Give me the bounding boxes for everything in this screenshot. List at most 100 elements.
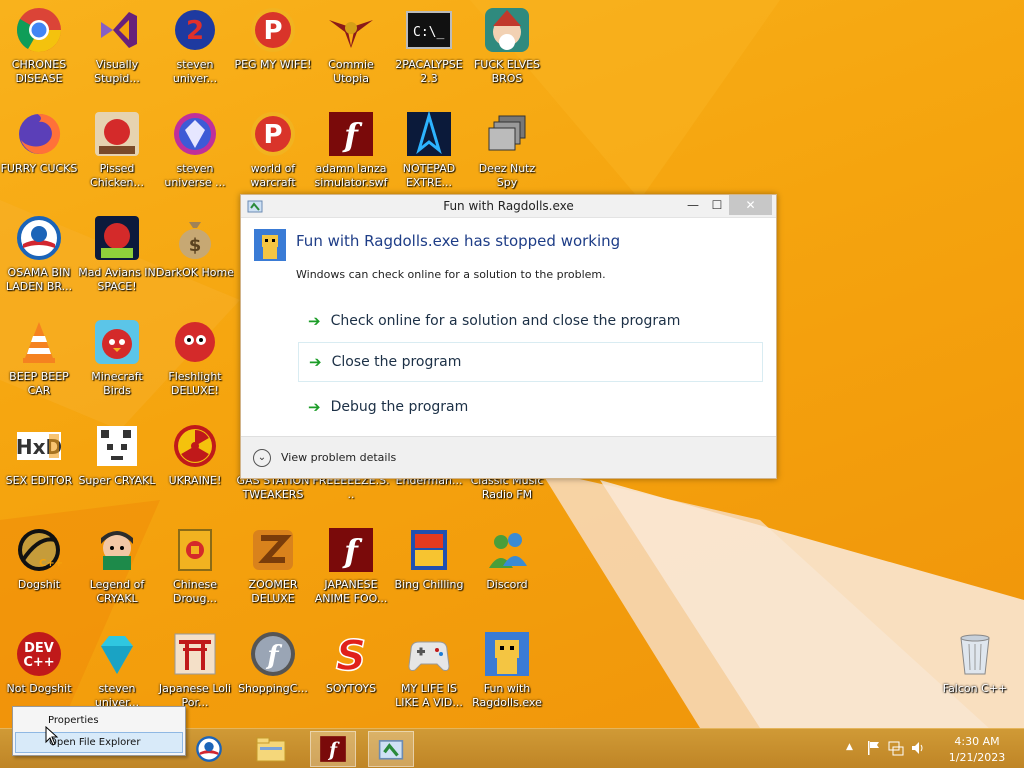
- command-label: Close the program: [331, 354, 462, 370]
- desktop-icon-zoomer-deluxe[interactable]: ZOOMER DELUXE: [234, 520, 312, 620]
- icon-label: DarkOK Home: [156, 266, 234, 279]
- desktop-icon-notepad-extre[interactable]: NOTEPAD EXTRE...: [390, 104, 468, 204]
- flash-icon: f: [320, 736, 346, 762]
- view-problem-details-link[interactable]: View problem details: [281, 451, 396, 464]
- show-hidden-icons-button[interactable]: ▲: [846, 742, 853, 752]
- pixel-cat-icon: [93, 422, 141, 470]
- visual-studio-icon: [93, 6, 141, 54]
- chinese-icon: [171, 526, 219, 574]
- desktop-icon-osama-bin-laden[interactable]: OSAMA BIN LADEN BR...: [0, 208, 78, 308]
- desktop-icon-super-cryakl[interactable]: Super CRYAKL: [78, 416, 156, 516]
- icon-label: Mad Avians IN SPACE!: [78, 266, 156, 293]
- icon-label: Deez Nutz Spy: [478, 162, 536, 189]
- steven-universe-icon: 2: [171, 6, 219, 54]
- recycle-bin-icon: [951, 630, 999, 678]
- icon-label: steven univer...: [172, 58, 218, 85]
- menu-item-open-file-explorer[interactable]: Open File Explorer: [15, 732, 183, 753]
- desktop-icon-world-of-warcraft[interactable]: P world of warcraft: [234, 104, 312, 204]
- taskbar-obama-app[interactable]: [186, 731, 232, 767]
- desktop-icon-my-life-is-like[interactable]: MY LIFE IS LIKE A VID...: [390, 624, 468, 724]
- menu-item-properties[interactable]: Properties: [15, 710, 183, 731]
- desktop-icon-visually-stupid[interactable]: Visually Stupid...: [78, 0, 156, 100]
- angry-birds-icon: [93, 318, 141, 366]
- minimize-button[interactable]: —: [683, 195, 703, 215]
- context-menu: Properties Open File Explorer: [12, 706, 186, 756]
- maximize-button[interactable]: ☐: [707, 195, 727, 215]
- desktop-icon-fleshlight-deluxe[interactable]: Fleshlight DELUXE!: [156, 312, 234, 412]
- desktop-icon-soytoys[interactable]: S SOYTOYS: [312, 624, 390, 724]
- desktop-icon-chrones-disease[interactable]: CHRONES DISEASE: [0, 0, 78, 100]
- dialog-header: Fun with Ragdolls.exe has stopped workin…: [296, 232, 621, 250]
- diamond-icon: [93, 630, 141, 678]
- desktop-icon-chinese-droug[interactable]: Chinese Droug...: [156, 520, 234, 620]
- clock-time: 4:30 AM: [954, 735, 1000, 748]
- debug-program-button[interactable]: ➔ Debug the program: [298, 387, 763, 427]
- angry-birds-seasons-icon: [93, 110, 141, 158]
- command-label: Check online for a solution and close th…: [330, 313, 681, 329]
- desktop-icon-commie-utopia[interactable]: Commie Utopia: [312, 0, 390, 100]
- desktop-icon-peg-my-wife[interactable]: P PEG MY WIFE!: [234, 0, 312, 100]
- torii-icon: [171, 630, 219, 678]
- desktop-icon-sex-editor[interactable]: HxD SEX EDITOR: [0, 416, 78, 516]
- desktop-icon-beep-beep-car[interactable]: BEEP BEEP CAR: [0, 312, 78, 412]
- dogshit-icon: C++: [15, 526, 63, 574]
- desktop-icon-legend-of-cryakl[interactable]: Legend of CRYAKL: [78, 520, 156, 620]
- taskbar-flash-app[interactable]: f: [310, 731, 356, 767]
- devcpp-icon: DEV C++: [15, 630, 63, 678]
- check-online-button[interactable]: ➔ Check online for a solution and close …: [298, 301, 763, 341]
- notepad-icon: [405, 110, 453, 158]
- system-tray: ▲ 4:30 AM 1/21/2023: [834, 729, 1024, 768]
- icon-label: Bing Chilling: [394, 578, 464, 591]
- volume-icon[interactable]: [910, 740, 926, 760]
- desktop-icon-furry-cucks[interactable]: FURRY CUCKS: [0, 104, 78, 204]
- dialog-titlebar[interactable]: Fun with Ragdolls.exe — ☐ ✕: [241, 195, 776, 218]
- desktop-icon-ukraine[interactable]: UKRAINE!: [156, 416, 234, 516]
- desktop-icon-deez-nutz-spy[interactable]: Deez Nutz Spy: [468, 104, 546, 204]
- desktop-icon-japanese-anime-foo[interactable]: f JAPANESE ANIME FOO...: [312, 520, 390, 620]
- desktop-icon-fun-with-ragdolls[interactable]: Fun with Ragdolls.exe: [468, 624, 546, 724]
- desktop-icon-discord[interactable]: Discord: [468, 520, 546, 620]
- desktop-icon-adamn-lanza[interactable]: f adamn lanza simulator.swf: [312, 104, 390, 204]
- icon-label: OSAMA BIN LADEN BR...: [5, 266, 73, 293]
- icon-label: Falcon C++: [942, 682, 1008, 695]
- network-icon[interactable]: [888, 740, 904, 760]
- icon-label: Legend of CRYAKL: [89, 578, 145, 605]
- flag-icon[interactable]: [866, 740, 882, 760]
- icon-label: NOTEPAD EXTRE...: [402, 162, 456, 189]
- desktop-icon-minecraft-birds[interactable]: Minecraft Birds: [78, 312, 156, 412]
- vlc-icon: [15, 318, 63, 366]
- peggle-icon: P: [249, 6, 297, 54]
- desktop-icon-mad-avians[interactable]: Mad Avians IN SPACE!: [78, 208, 156, 308]
- icon-label: Discord: [486, 578, 528, 591]
- close-program-button[interactable]: ➔ Close the program: [298, 342, 763, 382]
- taskbar-error-reporting[interactable]: [368, 731, 414, 767]
- desktop-icon-2pacalypse[interactable]: C:\_ 2PACALYPSE 2.3: [390, 0, 468, 100]
- desktop-icon-steven-universe[interactable]: steven universe ...: [156, 104, 234, 204]
- desktop-icon-darkok-home[interactable]: $ DarkOK Home: [156, 208, 234, 308]
- clock[interactable]: 4:30 AM 1/21/2023: [942, 734, 1012, 766]
- desktop-icon-dogshit[interactable]: C++ Dogshit: [0, 520, 78, 620]
- obama-logo-icon: [15, 214, 63, 262]
- desktop-icon-shoppingc[interactable]: f ShoppingC...: [234, 624, 312, 724]
- desktop-icon-pissed-chicken[interactable]: Pissed Chicken...: [78, 104, 156, 204]
- taskbar-file-explorer[interactable]: [248, 731, 294, 767]
- icon-label: Fun with Ragdolls.exe: [472, 682, 542, 709]
- desktop-icon-fuck-elves-bros[interactable]: FUCK ELVES BROS: [468, 0, 546, 100]
- icon-label: Super CRYAKL: [78, 474, 156, 487]
- legend-cryakl-icon: [93, 526, 141, 574]
- desktop-icon-falcon-cpp[interactable]: Falcon C++: [936, 624, 1014, 724]
- svg-text:$: $: [189, 235, 202, 256]
- icon-label: ZOOMER DELUXE: [248, 578, 298, 605]
- icon-label: Fleshlight DELUXE!: [168, 370, 222, 397]
- flash-icon: f: [327, 110, 375, 158]
- commie-utopia-icon: [327, 6, 375, 54]
- close-button[interactable]: ✕: [729, 195, 772, 215]
- chevron-down-icon[interactable]: ⌄: [253, 448, 271, 467]
- desktop-icon-steven-univer[interactable]: 2 steven univer...: [156, 0, 234, 100]
- desktop-icon-bing-chilling[interactable]: Bing Chilling: [390, 520, 468, 620]
- icon-label: FURRY CUCKS: [0, 162, 78, 175]
- command-label: Debug the program: [330, 399, 469, 415]
- icon-label: ShoppingC...: [238, 682, 308, 695]
- svg-text:DEV: DEV: [24, 641, 54, 656]
- ragdoll-icon: [254, 229, 286, 265]
